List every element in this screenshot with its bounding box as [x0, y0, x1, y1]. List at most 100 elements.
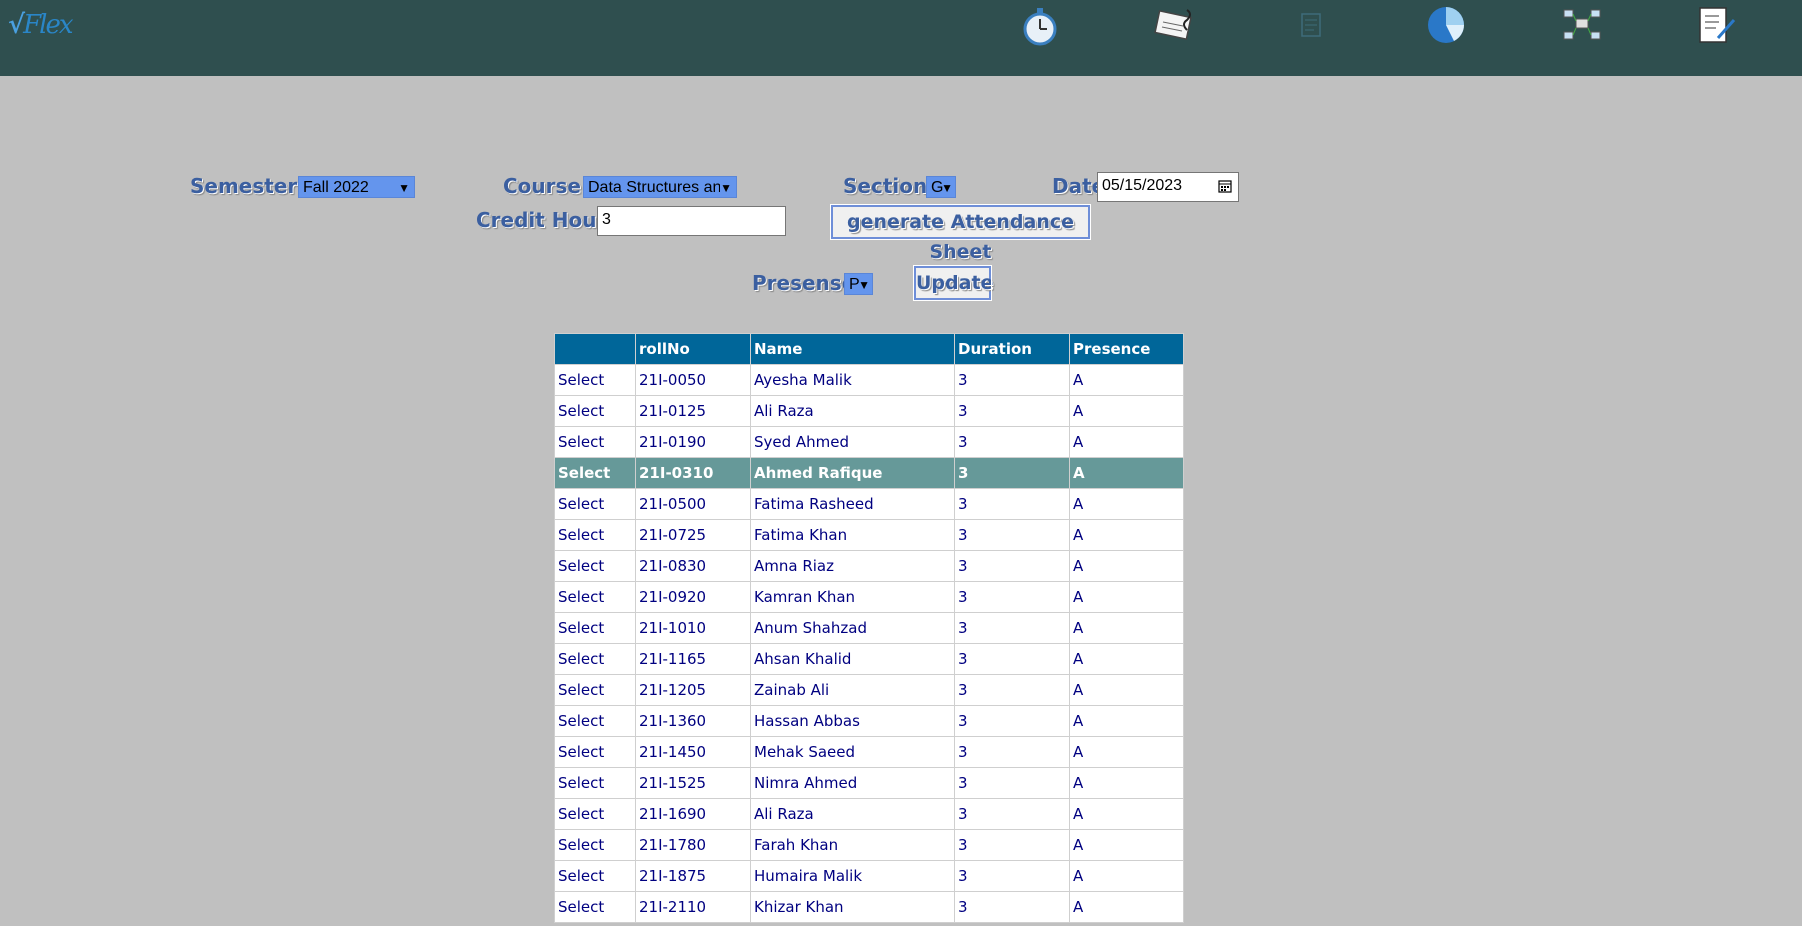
table-row[interactable]: Select 21I-1010 Anum Shahzad 3 A: [554, 612, 1184, 644]
select-link[interactable]: Select: [554, 550, 636, 582]
select-link[interactable]: Select: [554, 891, 636, 923]
table-row[interactable]: Select 21I-1875 Humaira Malik 3 A: [554, 860, 1184, 892]
name-cell: Ahsan Khalid: [750, 643, 955, 675]
presence-cell: A: [1069, 767, 1184, 799]
pie-chart-icon[interactable]: [1424, 4, 1468, 48]
table-row[interactable]: Select 21I-0310 Ahmed Rafique 3 A: [554, 457, 1184, 489]
name-cell: Mehak Saeed: [750, 736, 955, 768]
header-presence: Presence: [1069, 333, 1184, 365]
select-link[interactable]: Select: [554, 457, 636, 489]
generate-attendance-sheet-button[interactable]: generate Attendance Sheet: [830, 204, 1091, 263]
semester-selected-value: Fall 2022: [303, 179, 369, 196]
credit-hours-value: 3: [602, 211, 611, 228]
duration-cell: 3: [954, 457, 1070, 489]
roll-no-cell: 21I-1010: [635, 612, 751, 644]
date-input[interactable]: 05/15/2023: [1097, 172, 1239, 202]
network-icon[interactable]: [1560, 4, 1604, 48]
select-link[interactable]: Select: [554, 395, 636, 427]
checklist-edit-icon[interactable]: [1694, 4, 1738, 48]
roll-no-cell: 21I-1780: [635, 829, 751, 861]
table-row[interactable]: Select 21I-0830 Amna Riaz 3 A: [554, 550, 1184, 582]
table-row[interactable]: Select 21I-1205 Zainab Ali 3 A: [554, 674, 1184, 706]
table-row[interactable]: Select 21I-1780 Farah Khan 3 A: [554, 829, 1184, 861]
course-select[interactable]: Data Structures and ▼: [583, 176, 737, 198]
duration-cell: 3: [954, 643, 1070, 675]
table-row[interactable]: Select 21I-0725 Fatima Khan 3 A: [554, 519, 1184, 551]
name-cell: Khizar Khan: [750, 891, 955, 923]
select-link[interactable]: Select: [554, 736, 636, 768]
table-row[interactable]: Select 21I-1360 Hassan Abbas 3 A: [554, 705, 1184, 737]
chevron-down-icon: ▼: [858, 278, 870, 292]
select-link[interactable]: Select: [554, 705, 636, 737]
semester-select[interactable]: Fall 2022 ▼: [298, 176, 415, 198]
roll-no-cell: 21I-0310: [635, 457, 751, 489]
roll-no-cell: 21I-1165: [635, 643, 751, 675]
select-link[interactable]: Select: [554, 426, 636, 458]
table-row[interactable]: Select 21I-0920 Kamran Khan 3 A: [554, 581, 1184, 613]
presence-cell: A: [1069, 705, 1184, 737]
select-link[interactable]: Select: [554, 488, 636, 520]
select-link[interactable]: Select: [554, 519, 636, 551]
duration-cell: 3: [954, 395, 1070, 427]
name-cell: Farah Khan: [750, 829, 955, 861]
duration-cell: 3: [954, 426, 1070, 458]
presence-select[interactable]: P ▼: [844, 273, 873, 295]
presence-cell: A: [1069, 612, 1184, 644]
update-button[interactable]: Update: [913, 265, 993, 301]
duration-cell: 3: [954, 674, 1070, 706]
name-cell: Ahmed Rafique: [750, 457, 955, 489]
table-row[interactable]: Select 21I-1690 Ali Raza 3 A: [554, 798, 1184, 830]
duration-cell: 3: [954, 736, 1070, 768]
presence-cell: A: [1069, 364, 1184, 396]
roll-no-cell: 21I-1525: [635, 767, 751, 799]
presence-cell: A: [1069, 395, 1184, 427]
certificate-icon[interactable]: [1153, 4, 1197, 48]
flex-logo[interactable]: √Flex: [8, 10, 74, 50]
roll-no-cell: 21I-0500: [635, 488, 751, 520]
name-cell: Zainab Ali: [750, 674, 955, 706]
select-link[interactable]: Select: [554, 581, 636, 613]
table-row[interactable]: Select 21I-0190 Syed Ahmed 3 A: [554, 426, 1184, 458]
presence-cell: A: [1069, 860, 1184, 892]
table-row[interactable]: Select 21I-0500 Fatima Rasheed 3 A: [554, 488, 1184, 520]
name-cell: Nimra Ahmed: [750, 767, 955, 799]
roll-no-cell: 21I-0830: [635, 550, 751, 582]
select-link[interactable]: Select: [554, 674, 636, 706]
stopwatch-icon[interactable]: [1018, 4, 1062, 48]
table-row[interactable]: Select 21I-0050 Ayesha Malik 3 A: [554, 364, 1184, 396]
header-select: [554, 333, 636, 365]
select-link[interactable]: Select: [554, 364, 636, 396]
table-row[interactable]: Select 21I-1525 Nimra Ahmed 3 A: [554, 767, 1184, 799]
duration-cell: 3: [954, 612, 1070, 644]
name-cell: Syed Ahmed: [750, 426, 955, 458]
name-cell: Amna Riaz: [750, 550, 955, 582]
presence-cell: A: [1069, 674, 1184, 706]
course-label: Course: [503, 174, 581, 198]
select-link[interactable]: Select: [554, 798, 636, 830]
roll-no-cell: 21I-0725: [635, 519, 751, 551]
select-link[interactable]: Select: [554, 612, 636, 644]
select-link[interactable]: Select: [554, 643, 636, 675]
name-cell: Ali Raza: [750, 798, 955, 830]
duration-cell: 3: [954, 860, 1070, 892]
calendar-icon[interactable]: [1218, 179, 1232, 193]
select-link[interactable]: Select: [554, 829, 636, 861]
table-row[interactable]: Select 21I-2110 Khizar Khan 3 A: [554, 891, 1184, 923]
section-select[interactable]: G ▼: [926, 176, 956, 198]
document-icon[interactable]: [1290, 4, 1334, 48]
name-cell: Ali Raza: [750, 395, 955, 427]
presence-cell: A: [1069, 891, 1184, 923]
course-selected-value: Data Structures and: [588, 179, 731, 196]
chevron-down-icon: ▼: [720, 177, 732, 197]
select-link[interactable]: Select: [554, 860, 636, 892]
section-label: Section: [843, 174, 928, 198]
table-header-row: rollNo Name Duration Presence: [554, 333, 1184, 365]
table-row[interactable]: Select 21I-1165 Ahsan Khalid 3 A: [554, 643, 1184, 675]
roll-no-cell: 21I-0050: [635, 364, 751, 396]
duration-cell: 3: [954, 767, 1070, 799]
select-link[interactable]: Select: [554, 767, 636, 799]
table-row[interactable]: Select 21I-1450 Mehak Saeed 3 A: [554, 736, 1184, 768]
credit-hours-input[interactable]: 3: [597, 206, 786, 236]
table-row[interactable]: Select 21I-0125 Ali Raza 3 A: [554, 395, 1184, 427]
presence-cell: A: [1069, 736, 1184, 768]
